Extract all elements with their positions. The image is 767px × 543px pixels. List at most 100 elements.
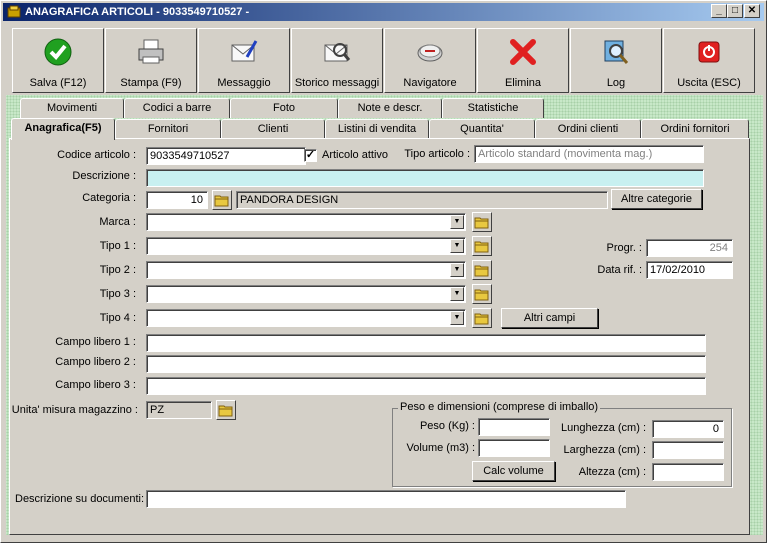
tipo2-label: Tipo 2 :	[99, 264, 136, 276]
folder-icon	[474, 217, 489, 229]
data-rif-input[interactable]: 17/02/2010	[646, 261, 733, 279]
tab-quantita[interactable]: Quantita'	[429, 119, 535, 139]
log-icon	[604, 40, 629, 64]
categoria-folder-button[interactable]	[212, 190, 232, 210]
marca-folder-button[interactable]	[472, 212, 492, 232]
tab-codici-a-barre[interactable]: Codici a barre	[124, 98, 230, 118]
altri-campi-button[interactable]: Altri campi	[501, 308, 598, 328]
volume-label: Volume (m3) :	[406, 442, 475, 454]
campo-libero-1-input[interactable]	[146, 334, 706, 352]
tab-ordini-fornitori[interactable]: Ordini fornitori	[641, 119, 749, 139]
message-button[interactable]: Messaggio	[198, 28, 290, 93]
tab-listini-di-vendita[interactable]: Listini di vendita	[325, 119, 429, 139]
tipo4-label: Tipo 4 :	[99, 312, 136, 324]
tipo1-label: Tipo 1 :	[99, 240, 136, 252]
print-button[interactable]: Stampa (F9)	[105, 28, 197, 93]
larghezza-label: Larghezza (cm) :	[563, 444, 646, 456]
tab-clienti[interactable]: Clienti	[221, 119, 325, 139]
peso-input[interactable]	[478, 418, 550, 436]
exit-label: Uscita (ESC)	[677, 77, 741, 89]
message-history-button[interactable]: Storico messaggi	[291, 28, 383, 93]
categoria-name-field: PANDORA DESIGN	[236, 191, 608, 209]
message-history-label: Storico messaggi	[294, 77, 380, 89]
tipo1-select[interactable]: ▼	[146, 237, 466, 255]
exit-icon	[698, 41, 720, 63]
anagrafica-panel: Codice articolo : 9033549710527 ✓ Artico…	[9, 138, 750, 535]
log-button[interactable]: Log	[570, 28, 662, 93]
progr-input[interactable]: 254	[646, 239, 733, 257]
delete-label: Elimina	[504, 77, 542, 89]
tipo2-select[interactable]: ▼	[146, 261, 466, 279]
tipo3-select[interactable]: ▼	[146, 285, 466, 303]
maximize-button[interactable]: □	[727, 4, 743, 18]
tab-ordini-clienti[interactable]: Ordini clienti	[535, 119, 641, 139]
progr-label: Progr. :	[606, 242, 642, 254]
campo-libero-3-label: Campo libero 3 :	[55, 379, 136, 391]
descrizione-documenti-input[interactable]	[146, 490, 626, 508]
tipo2-folder-button[interactable]	[472, 260, 492, 280]
tab-foto[interactable]: Foto	[230, 98, 338, 118]
larghezza-input[interactable]	[652, 441, 724, 459]
exit-button[interactable]: Uscita (ESC)	[663, 28, 755, 93]
save-button[interactable]: Salva (F12)	[12, 28, 104, 93]
folder-icon	[474, 241, 489, 253]
chevron-down-icon[interactable]: ▼	[450, 287, 464, 301]
minimize-button[interactable]: _	[711, 4, 727, 18]
unita-misura-folder-button[interactable]	[216, 400, 236, 420]
close-button[interactable]: ✕	[744, 4, 760, 18]
altre-categorie-button[interactable]: Altre categorie	[611, 189, 702, 209]
articolo-attivo-label: Articolo attivo	[322, 149, 389, 161]
peso-label: Peso (Kg) :	[419, 420, 475, 432]
volume-input[interactable]	[478, 439, 550, 457]
codice-articolo-label: Codice articolo :	[57, 149, 136, 161]
window-title: ANAGRAFICA ARTICOLI - 9033549710527 -	[25, 6, 250, 18]
marca-select[interactable]: ▼	[146, 213, 466, 231]
app-icon	[7, 5, 21, 18]
unita-misura-field: PZ	[146, 401, 212, 419]
tab-anagrafica[interactable]: Anagrafica(F5)	[11, 118, 115, 140]
altezza-label: Altezza (cm) :	[578, 466, 646, 478]
delete-button[interactable]: Elimina	[477, 28, 569, 93]
tipo1-folder-button[interactable]	[472, 236, 492, 256]
campo-libero-2-input[interactable]	[146, 355, 706, 373]
campo-libero-2-label: Campo libero 2 :	[55, 356, 136, 368]
tab-note-e-descr[interactable]: Note e descr.	[338, 98, 442, 118]
print-label: Stampa (F9)	[120, 77, 182, 89]
title-bar[interactable]: ANAGRAFICA ARTICOLI - 9033549710527 -	[3, 3, 764, 21]
descrizione-input[interactable]	[146, 169, 704, 187]
codice-articolo-input[interactable]: 9033549710527	[146, 147, 306, 165]
tipo3-folder-button[interactable]	[472, 284, 492, 304]
folder-icon	[474, 289, 489, 301]
folder-icon	[474, 265, 489, 277]
chevron-down-icon[interactable]: ▼	[450, 239, 464, 253]
chevron-down-icon[interactable]: ▼	[450, 311, 464, 325]
navigator-button[interactable]: Navigatore	[384, 28, 476, 93]
tab-fornitori[interactable]: Fornitori	[115, 119, 221, 139]
campo-libero-3-input[interactable]	[146, 377, 706, 395]
lunghezza-input[interactable]: 0	[652, 420, 724, 438]
tipo4-folder-button[interactable]	[472, 308, 492, 328]
lunghezza-label: Lunghezza (cm) :	[561, 422, 646, 434]
calc-volume-button[interactable]: Calc volume	[472, 461, 555, 481]
data-rif-label: Data rif. :	[597, 264, 642, 276]
descrizione-documenti-label: Descrizione su documenti:	[15, 493, 145, 505]
tab-statistiche[interactable]: Statistiche	[442, 98, 544, 118]
tab-movimenti[interactable]: Movimenti	[20, 98, 124, 118]
chevron-down-icon[interactable]: ▼	[450, 215, 464, 229]
navigator-label: Navigatore	[403, 77, 457, 89]
main-window: ANAGRAFICA ARTICOLI - 9033549710527 - _ …	[0, 0, 767, 543]
tipo4-select[interactable]: ▼	[146, 309, 466, 327]
categoria-code-input[interactable]: 10	[146, 191, 208, 209]
checkmark-icon	[44, 38, 72, 66]
chevron-down-icon[interactable]: ▼	[450, 263, 464, 277]
altezza-input[interactable]	[652, 463, 724, 481]
articolo-attivo-checkbox[interactable]: ✓	[304, 149, 317, 162]
compass-icon	[417, 44, 443, 62]
folder-icon	[474, 313, 489, 325]
unita-misura-label: Unita' misura magazzino :	[11, 404, 138, 416]
folder-icon	[218, 405, 233, 417]
tipo-articolo-input[interactable]: Articolo standard (movimenta mag.)	[474, 145, 704, 163]
message-history-icon	[324, 43, 351, 62]
campo-libero-1-label: Campo libero 1 :	[55, 336, 136, 348]
log-label: Log	[606, 77, 626, 89]
